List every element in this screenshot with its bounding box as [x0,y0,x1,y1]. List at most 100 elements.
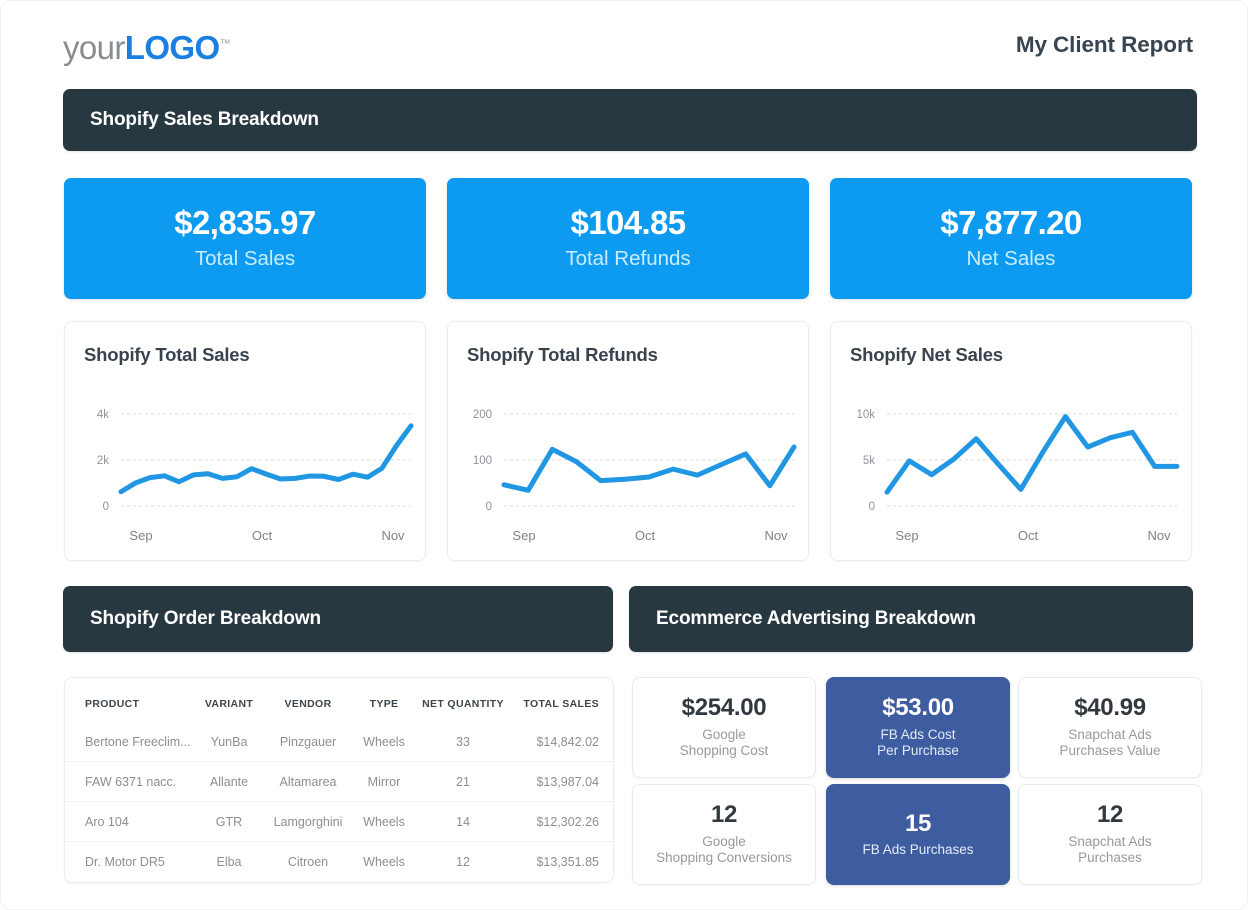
table-body: Bertone Freeclim... YunBa Pinzgauer Whee… [65,722,613,881]
y-axis-tick-label: 4k [97,409,109,421]
kpi-card-total-refunds[interactable]: $104.85 Total Refunds [447,178,809,299]
ad-card-label: Snapchat Ads Purchases Value [1059,726,1161,759]
ad-card-label: FB Ads Cost Per Purchase [877,726,959,759]
section-title-label: Shopify Order Breakdown [90,608,321,629]
ad-card-value: 12 [1096,801,1124,829]
cell-total-sales: $12,302.26 [509,801,613,842]
trademark-icon: ™ [219,37,231,50]
kpi-value: $104.85 [570,204,686,242]
x-axis-tick-label: Oct [635,528,656,543]
section-title-label: Ecommerce Advertising Breakdown [656,608,976,629]
cell-variant: Elba [193,841,265,881]
brand-logo: yourLOGO™ [63,31,231,64]
table-header-row: PRODUCT VARIANT VENDOR TYPE NET QUANTITY… [65,678,613,722]
column-header-type[interactable]: TYPE [351,678,417,722]
page-title: My Client Report [1015,32,1193,57]
cell-product: Dr. Motor DR5 [65,841,193,881]
column-header-product[interactable]: PRODUCT [65,678,193,722]
y-axis-tick-label: 100 [473,455,492,467]
cell-product: Aro 104 [65,801,193,842]
chart-title: Shopify Total Refunds [467,344,658,365]
cell-type: Wheels [351,801,417,842]
y-axis-tick-label: 0 [486,501,492,513]
section-title-label: Shopify Sales Breakdown [90,109,319,130]
kpi-label: Net Sales [966,247,1056,271]
ad-card-google-shopping-conversions[interactable]: 12 Google Shopping Conversions [632,784,816,885]
ad-card-fb-ads-cost-per-purchase[interactable]: $53.00 FB Ads Cost Per Purchase [826,677,1010,778]
x-axis-tick-label: Oct [1018,528,1039,543]
x-axis-tick-label: Oct [252,528,273,543]
line-chart-total-sales: 0 2k 4k Sep Oct Nov [97,409,414,543]
ad-card-value: $254.00 [681,694,767,722]
x-axis-tick-label: Sep [129,528,152,543]
section-header-sales-breakdown: Shopify Sales Breakdown [63,89,1197,151]
kpi-label: Total Refunds [565,247,691,271]
chart-card-total-sales: Shopify Total Sales 0 2k 4k Sep Oct Nov [64,321,426,561]
x-axis-tick-label: Nov [764,528,788,543]
table-row[interactable]: FAW 6371 nacc. Allante Altamarea Mirror … [65,761,613,802]
chart-series-line [884,414,1180,495]
ad-card-snapchat-ads-purchases[interactable]: 12 Snapchat Ads Purchases [1018,784,1202,885]
section-header-advertising-breakdown: Ecommerce Advertising Breakdown [629,586,1193,652]
x-axis-tick-label: Sep [895,528,918,543]
kpi-card-total-sales[interactable]: $2,835.97 Total Sales [64,178,426,299]
ad-card-label: Google Shopping Cost [679,726,769,759]
ad-card-label: FB Ads Purchases [862,841,974,857]
cell-type: Wheels [363,735,405,749]
chart-card-net-sales: Shopify Net Sales 0 5k 10k Sep Oct Nov [830,321,1192,561]
cell-vendor: Citroen [265,841,351,881]
x-axis-tick-label: Nov [1147,528,1171,543]
cell-net-quantity: 14 [417,801,509,842]
table-row[interactable]: Bertone Freeclim... YunBa Pinzgauer Whee… [65,722,613,762]
table-row[interactable]: Dr. Motor DR5 Elba Citroen Wheels 12 $13… [65,841,613,881]
cell-net-quantity: 33 [456,735,470,749]
cell-net-quantity: 21 [417,761,509,802]
y-axis-tick-label: 0 [103,501,109,513]
cell-type: Mirror [351,761,417,802]
ad-card-google-shopping-cost[interactable]: $254.00 Google Shopping Cost [632,677,816,778]
column-header-net-quantity[interactable]: NET QUANTITY [417,678,509,722]
column-header-total-sales[interactable]: TOTAL SALES [509,678,613,722]
cell-net-quantity: 12 [417,841,509,881]
ad-card-fb-ads-purchases[interactable]: 15 FB Ads Purchases [826,784,1010,885]
cell-variant: YunBa [210,735,248,749]
cell-vendor: Altamarea [265,761,351,802]
kpi-value: $7,877.20 [940,204,1082,242]
y-axis-tick-label: 200 [473,409,492,421]
cell-total-sales: $13,351.85 [509,841,613,881]
y-axis-tick-label: 0 [869,501,875,513]
cell-type: Wheels [351,841,417,881]
kpi-label: Total Sales [194,247,296,271]
table-head: PRODUCT VARIANT VENDOR TYPE NET QUANTITY… [65,678,613,722]
x-axis-tick-label: Sep [512,528,535,543]
cell-product: Bertone Freeclim... [85,735,191,749]
logo-text-your: your [63,28,125,66]
cell-vendor: Pinzgauer [279,735,337,749]
table-row[interactable]: Aro 104 GTR Lamgorghini Wheels 14 $12,30… [65,801,613,842]
order-table: PRODUCT VARIANT VENDOR TYPE NET QUANTITY… [65,678,613,881]
order-breakdown-table-card: PRODUCT VARIANT VENDOR TYPE NET QUANTITY… [64,677,614,883]
y-axis-tick-label: 2k [97,455,109,467]
cell-vendor: Lamgorghini [265,801,351,842]
ad-card-value: $40.99 [1074,694,1146,722]
logo-text-logo: LOGO [124,28,220,66]
kpi-card-net-sales[interactable]: $7,877.20 Net Sales [830,178,1192,299]
cell-product: FAW 6371 nacc. [65,761,193,802]
chart-title: Shopify Net Sales [850,344,1003,365]
line-chart-net-sales: 0 5k 10k Sep Oct Nov [856,409,1180,543]
cell-variant: GTR [193,801,265,842]
ad-card-value: 15 [904,809,932,837]
section-header-order-breakdown: Shopify Order Breakdown [63,586,613,652]
page-header: yourLOGO™ My Client Report [63,17,1193,73]
chart-card-total-refunds: Shopify Total Refunds 0 100 200 Sep Oct Nov [447,321,809,561]
ad-card-label: Google Shopping Conversions [656,833,792,866]
chart-series-line [118,423,414,495]
column-header-variant[interactable]: VARIANT [193,678,265,722]
x-axis-tick-label: Nov [381,528,405,543]
cell-total-sales: $14,842.02 [536,735,599,749]
chart-series-line [501,444,797,493]
ad-card-snapchat-ads-purchases-value[interactable]: $40.99 Snapchat Ads Purchases Value [1018,677,1202,778]
column-header-vendor[interactable]: VENDOR [265,678,351,722]
line-chart-total-refunds: 0 100 200 Sep Oct Nov [473,409,797,543]
kpi-value: $2,835.97 [174,204,316,242]
